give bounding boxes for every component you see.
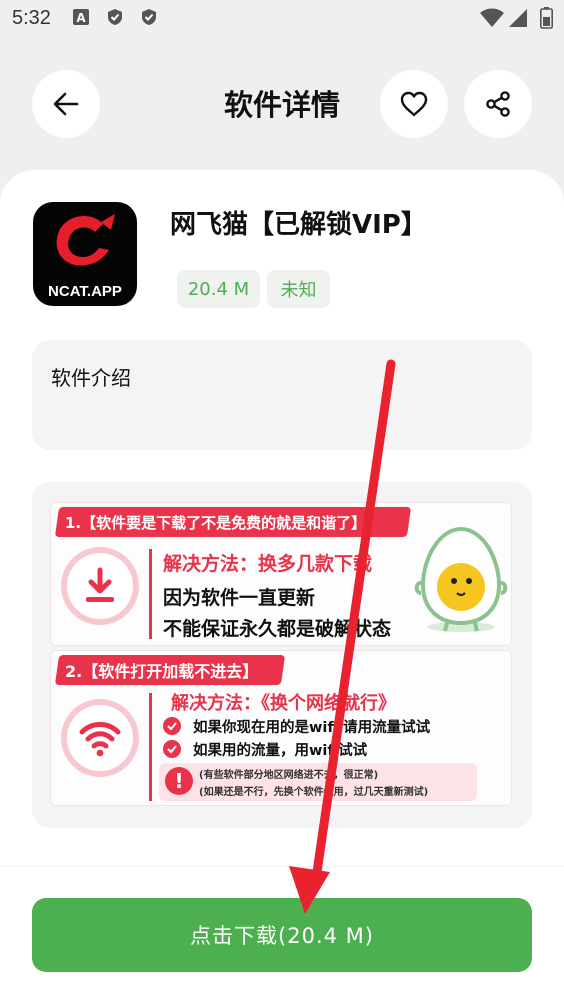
divider-line (149, 549, 152, 639)
warning-icon: ! (165, 767, 193, 795)
app-icon-text: NCAT.APP (48, 283, 122, 300)
version-tag: 未知 (267, 270, 330, 308)
app-icon: NCAT.APP (33, 202, 137, 306)
egg-mascot-icon (414, 526, 508, 632)
issue1-line1: 因为软件一直更新 (163, 587, 316, 609)
check-icon (163, 740, 181, 758)
divider-line (149, 693, 152, 801)
issue2-note1: (有些软件部分地区网络进不去，很正常) (199, 770, 379, 781)
check-icon (163, 717, 181, 735)
status-time: 5:32 (12, 7, 51, 29)
issue1-banner: 1.【软件要是下载了不是免费的就是和谐了】 (54, 507, 412, 537)
wifi-circle (61, 699, 139, 777)
download-button[interactable]: 点击下载(20.4 M) (32, 898, 532, 972)
download-circle (61, 547, 139, 625)
issue2-banner: 2.【软件打开加载不进去】 (54, 655, 286, 685)
heart-icon (400, 91, 428, 117)
ncat-logo-icon: NCAT.APP (48, 214, 122, 300)
issue2-check2: 如果用的流量，用wifi试试 (193, 743, 368, 759)
issue-panel-1: 1.【软件要是下载了不是免费的就是和谐了】 解决方法：换多几款下载 因为软件一直… (50, 502, 512, 646)
issue2-check1: 如果你现在用的是wifi 请用流量试试 (193, 720, 431, 736)
issue1-line2: 不能保证永久都是破解状态 (163, 618, 392, 640)
intro-title: 软件介绍 (51, 366, 131, 390)
issue2-title: 2.【软件打开加载不进去】 (65, 662, 259, 681)
download-icon (86, 567, 114, 602)
battery-icon (540, 7, 553, 29)
issue1-solution: 解决方法：换多几款下载 (163, 553, 373, 575)
app-name: 网飞猫【已解锁VIP】 (170, 210, 427, 240)
issue2-solution: 解决方法：《换个网络就行》 (171, 693, 396, 714)
issue2-note2: (如果还是不行，先换个软件使用，过几天重新测试) (199, 787, 429, 798)
wifi-signal-icon (79, 722, 121, 757)
help-image: 1.【软件要是下载了不是免费的就是和谐了】 解决方法：换多几款下载 因为软件一直… (32, 482, 532, 828)
shield-check-icon (108, 9, 122, 25)
intro-section: 软件介绍 (32, 340, 532, 450)
svg-text:A: A (76, 11, 86, 25)
favorite-button[interactable] (380, 70, 448, 138)
share-icon (486, 91, 510, 117)
wifi-icon (480, 8, 504, 27)
size-tag: 20.4 M (177, 270, 260, 308)
shield-check-icon (142, 9, 156, 25)
text-a-icon: A (73, 9, 89, 25)
issue-panel-2: 2.【软件打开加载不进去】 解决方法：《换个网络就行》 如果你现在用的是wifi… (50, 650, 512, 806)
share-button[interactable] (464, 70, 532, 138)
status-bar: 5:32 A (0, 0, 564, 40)
signal-icon (509, 9, 527, 27)
issue2-note: ! (有些软件部分地区网络进不去，很正常) (如果还是不行，先换个软件使用，过几… (159, 763, 477, 801)
issue1-title: 1.【软件要是下载了不是免费的就是和谐了】 (65, 513, 367, 532)
